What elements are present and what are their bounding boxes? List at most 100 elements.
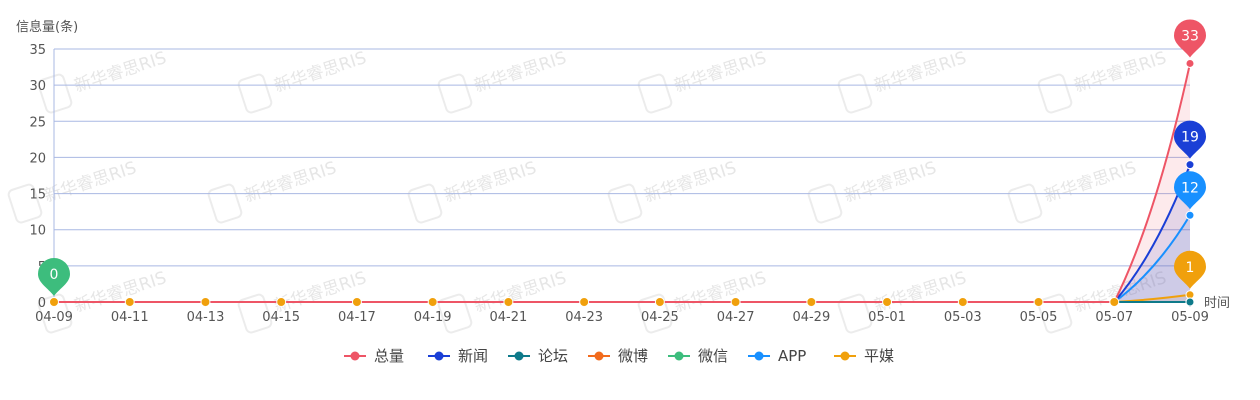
y-tick-label: 15 bbox=[29, 188, 46, 203]
pin-label: 19 bbox=[1181, 130, 1199, 146]
y-tick-label: 25 bbox=[29, 115, 46, 130]
watermark-logo bbox=[837, 73, 873, 114]
watermark-text: 新华睿思RIS bbox=[42, 158, 139, 207]
x-tick-label: 05-05 bbox=[1020, 310, 1058, 325]
watermark-logo bbox=[437, 73, 473, 114]
data-point-新闻 bbox=[1185, 160, 1195, 170]
watermark-text: 新华睿思RIS bbox=[472, 48, 569, 97]
watermark-text: 新华睿思RIS bbox=[1072, 48, 1169, 97]
watermark: 新华睿思RIS bbox=[37, 48, 169, 114]
data-point-APP bbox=[1185, 210, 1195, 220]
pin-label: 12 bbox=[1181, 180, 1199, 196]
x-tick-label: 04-29 bbox=[792, 310, 830, 325]
watermark: 新华睿思RIS bbox=[807, 158, 939, 224]
legend-marker bbox=[594, 351, 604, 361]
watermark-text: 新华睿思RIS bbox=[272, 48, 369, 97]
y-tick-label: 20 bbox=[29, 151, 46, 166]
x-tick-label: 05-03 bbox=[944, 310, 982, 325]
legend-label: 平媒 bbox=[864, 347, 894, 365]
watermark-text: 新华睿思RIS bbox=[672, 48, 769, 97]
legend-item-微信[interactable]: 微信 bbox=[668, 347, 728, 365]
watermark: 新华睿思RIS bbox=[237, 48, 369, 114]
watermark-logo bbox=[1007, 183, 1043, 224]
legend-marker bbox=[350, 351, 360, 361]
legend-marker bbox=[674, 351, 684, 361]
x-tick-label: 04-21 bbox=[490, 310, 528, 325]
legend-item-平媒[interactable]: 平媒 bbox=[834, 347, 894, 365]
watermark: 新华睿思RIS bbox=[607, 158, 739, 224]
legend-marker bbox=[840, 351, 850, 361]
legend[interactable]: 总量 新闻 论坛 微博 微信 APP 平媒 bbox=[344, 347, 894, 365]
pin-label: 33 bbox=[1181, 28, 1199, 44]
watermark-text: 新华睿思RIS bbox=[242, 158, 339, 207]
x-tick-label: 05-01 bbox=[868, 310, 906, 325]
watermark: 新华睿思RIS bbox=[7, 158, 139, 224]
data-point-平媒 bbox=[1033, 297, 1044, 307]
series-line-平媒 bbox=[54, 293, 1191, 303]
watermark-text: 新华睿思RIS bbox=[872, 48, 969, 97]
legend-label: 总量 bbox=[374, 347, 404, 365]
axes: 0510152025303504-0904-1104-1304-1504-170… bbox=[16, 19, 1230, 325]
data-point-平媒 bbox=[806, 297, 817, 307]
watermark-text: 新华睿思RIS bbox=[642, 158, 739, 207]
watermark: 新华睿思RIS bbox=[437, 48, 569, 114]
data-point-平媒 bbox=[957, 297, 968, 307]
y-tick-label: 30 bbox=[29, 79, 46, 94]
series-line-APP bbox=[54, 214, 1191, 303]
y-tick-label: 10 bbox=[29, 224, 46, 239]
y-axis-title: 信息量(条) bbox=[16, 19, 78, 35]
value-pin-总量: 33 bbox=[1174, 19, 1206, 58]
legend-item-APP[interactable]: APP bbox=[748, 347, 806, 365]
data-point-平媒 bbox=[579, 297, 590, 307]
data-point-平媒 bbox=[200, 297, 211, 307]
watermark: 新华睿思RIS bbox=[837, 48, 969, 114]
chart-canvas: 新华睿思RIS 新华睿思RIS 新华睿思RIS 新华睿思RIS 新华睿思RIS 新华睿思R… bbox=[7, 19, 1230, 365]
data-point-平媒 bbox=[503, 297, 514, 307]
legend-item-论坛[interactable]: 论坛 bbox=[508, 347, 568, 365]
pin-label: 0 bbox=[50, 267, 59, 283]
series-area-APP bbox=[54, 215, 1190, 302]
watermark-logo bbox=[607, 183, 643, 224]
watermark-text: 新华睿思RIS bbox=[72, 48, 169, 97]
x-tick-label: 04-13 bbox=[187, 310, 225, 325]
legend-marker bbox=[514, 351, 524, 361]
grid-lines bbox=[54, 48, 1190, 267]
watermark-text: 新华睿思RIS bbox=[1042, 158, 1139, 207]
x-tick-label: 04-27 bbox=[717, 310, 755, 325]
pin-label: 1 bbox=[1186, 260, 1195, 276]
legend-label: 论坛 bbox=[538, 347, 568, 365]
series-points bbox=[49, 58, 1195, 307]
legend-marker bbox=[754, 351, 764, 361]
x-tick-label: 04-11 bbox=[111, 310, 149, 325]
legend-item-总量[interactable]: 总量 bbox=[344, 347, 404, 365]
line-chart: 新华睿思RIS 新华睿思RIS 新华睿思RIS 新华睿思RIS 新华睿思RIS 新华睿思R… bbox=[0, 0, 1260, 400]
x-tick-label: 04-19 bbox=[414, 310, 452, 325]
data-point-平媒 bbox=[730, 297, 741, 307]
x-tick-label: 04-23 bbox=[565, 310, 603, 325]
y-tick-label: 35 bbox=[29, 43, 46, 58]
data-point-平媒 bbox=[49, 297, 59, 307]
watermark: 新华睿思RIS bbox=[1007, 158, 1139, 224]
data-point-总量 bbox=[1185, 58, 1195, 68]
x-tick-label: 05-07 bbox=[1095, 310, 1133, 325]
watermark-text: 新华睿思RIS bbox=[842, 158, 939, 207]
watermark-logo bbox=[1037, 73, 1073, 114]
legend-label: APP bbox=[778, 347, 806, 365]
x-axis-title: 时间 bbox=[1204, 296, 1230, 311]
watermark-logo bbox=[637, 73, 673, 114]
legend-item-微博[interactable]: 微博 bbox=[588, 347, 648, 365]
data-point-平媒 bbox=[427, 297, 438, 307]
watermark: 新华睿思RIS bbox=[407, 158, 539, 224]
watermark: 新华睿思RIS bbox=[207, 158, 339, 224]
x-tick-label: 04-09 bbox=[35, 310, 73, 325]
watermark-logo bbox=[237, 73, 273, 114]
watermark: 新华睿思RIS bbox=[1037, 48, 1169, 114]
legend-marker bbox=[434, 351, 444, 361]
x-tick-label: 04-17 bbox=[338, 310, 376, 325]
watermark-text: 新华睿思RIS bbox=[442, 158, 539, 207]
data-point-平媒 bbox=[882, 297, 893, 307]
y-tick-label: 0 bbox=[38, 296, 46, 311]
watermark: 新华睿思RIS bbox=[637, 48, 769, 114]
data-point-平媒 bbox=[276, 297, 287, 307]
legend-item-新闻[interactable]: 新闻 bbox=[428, 347, 488, 365]
